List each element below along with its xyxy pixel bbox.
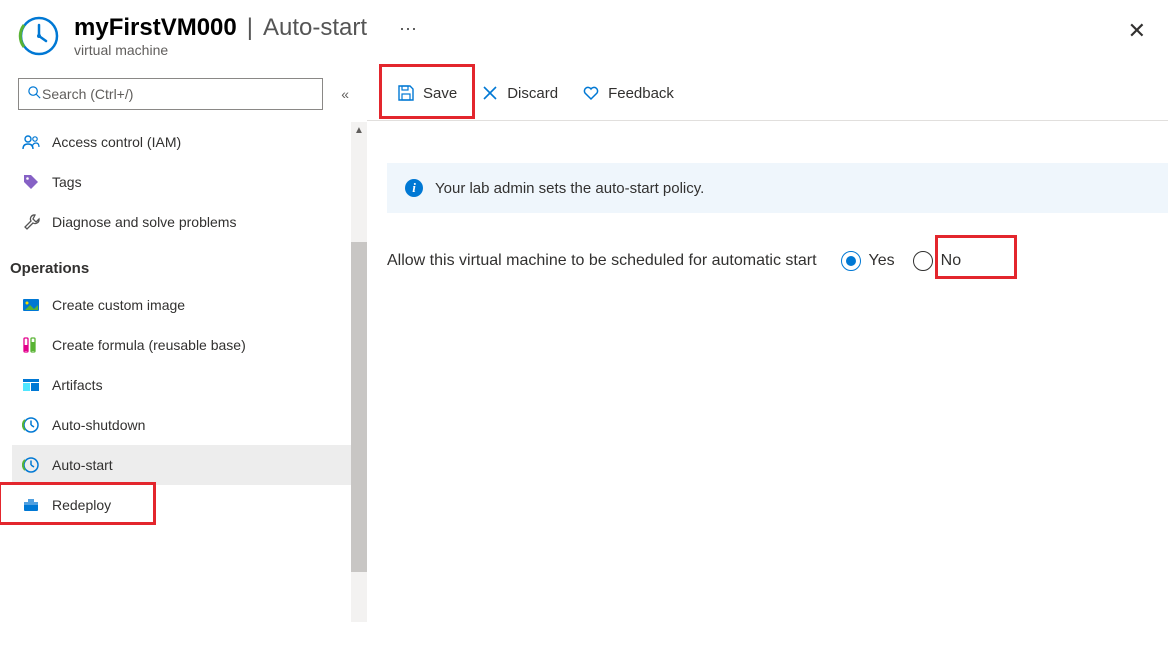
wrench-icon bbox=[22, 213, 40, 231]
button-label: Discard bbox=[507, 85, 558, 102]
tag-icon bbox=[22, 173, 40, 191]
setting-label: Allow this virtual machine to be schedul… bbox=[387, 252, 817, 270]
button-label: Save bbox=[423, 85, 457, 102]
save-icon bbox=[397, 84, 415, 102]
scrollbar-thumb[interactable] bbox=[351, 242, 367, 572]
redeploy-icon bbox=[22, 496, 40, 514]
heart-icon bbox=[582, 84, 600, 102]
main-content: Save Discard Feedback i Your lab admin s… bbox=[367, 66, 1168, 645]
page-header: myFirstVM000 | Auto-start ⋯ virtual mach… bbox=[0, 0, 1168, 66]
clock-icon bbox=[18, 15, 60, 57]
scroll-up-icon[interactable]: ▲ bbox=[351, 122, 367, 138]
search-box[interactable] bbox=[18, 78, 323, 110]
auto-start-setting-row: Allow this virtual machine to be schedul… bbox=[387, 245, 1168, 277]
command-bar: Save Discard Feedback bbox=[367, 66, 1168, 121]
nav-label: Redeploy bbox=[52, 497, 111, 513]
nav-item-artifacts[interactable]: Artifacts bbox=[12, 365, 367, 405]
info-icon: i bbox=[405, 179, 423, 197]
close-icon[interactable]: ✕ bbox=[1128, 18, 1146, 44]
collapse-sidebar-icon[interactable]: « bbox=[341, 86, 349, 102]
nav-item-create-custom-image[interactable]: Create custom image bbox=[12, 285, 367, 325]
radio-icon bbox=[913, 251, 933, 271]
nav-label: Access control (IAM) bbox=[52, 134, 181, 150]
nav-label: Artifacts bbox=[52, 377, 103, 393]
radio-option-yes[interactable]: Yes bbox=[835, 245, 901, 277]
nav-label: Auto-shutdown bbox=[52, 417, 145, 433]
nav-item-auto-shutdown[interactable]: Auto-shutdown bbox=[12, 405, 367, 445]
nav-label: Tags bbox=[52, 174, 82, 190]
discard-button[interactable]: Discard bbox=[471, 75, 568, 111]
nav-item-auto-start[interactable]: Auto-start bbox=[12, 445, 367, 485]
discard-icon bbox=[481, 84, 499, 102]
image-icon bbox=[22, 296, 40, 314]
formula-icon bbox=[22, 336, 40, 354]
auto-start-radio-group: Yes No bbox=[835, 245, 968, 277]
nav-list-operations: Create custom image Create formula (reus… bbox=[0, 285, 367, 525]
save-button[interactable]: Save bbox=[387, 75, 467, 111]
info-banner: i Your lab admin sets the auto-start pol… bbox=[387, 163, 1168, 213]
nav-item-create-formula[interactable]: Create formula (reusable base) bbox=[12, 325, 367, 365]
resource-type-label: virtual machine bbox=[74, 42, 418, 58]
title-divider: | bbox=[247, 14, 253, 42]
people-icon bbox=[22, 133, 40, 151]
sidebar: « Access control (IAM) Tags bbox=[0, 66, 367, 645]
radio-label: Yes bbox=[869, 252, 895, 270]
blade-title: Auto-start bbox=[263, 14, 367, 42]
resource-name: myFirstVM000 bbox=[74, 14, 237, 42]
nav-label: Create custom image bbox=[52, 297, 185, 313]
info-text: Your lab admin sets the auto-start polic… bbox=[435, 180, 704, 197]
header-title-block: myFirstVM000 | Auto-start ⋯ virtual mach… bbox=[74, 14, 418, 58]
nav-label: Auto-start bbox=[52, 457, 113, 473]
nav-item-tags[interactable]: Tags bbox=[12, 162, 367, 202]
nav-list-top: Access control (IAM) Tags Diagnose and s… bbox=[0, 122, 367, 242]
nav-item-redeploy[interactable]: Redeploy bbox=[12, 485, 367, 525]
radio-option-no[interactable]: No bbox=[907, 245, 967, 277]
scrollbar-track[interactable]: ▲ bbox=[351, 122, 367, 622]
clock-shutdown-icon bbox=[22, 416, 40, 434]
nav-label: Diagnose and solve problems bbox=[52, 214, 236, 230]
radio-label: No bbox=[941, 252, 961, 270]
more-ellipsis-icon[interactable]: ⋯ bbox=[399, 19, 418, 40]
nav-label: Create formula (reusable base) bbox=[52, 337, 246, 353]
search-icon bbox=[27, 85, 42, 103]
clock-start-icon bbox=[22, 456, 40, 474]
nav-item-access-control[interactable]: Access control (IAM) bbox=[12, 122, 367, 162]
radio-icon bbox=[841, 251, 861, 271]
search-input[interactable] bbox=[42, 86, 314, 102]
feedback-button[interactable]: Feedback bbox=[572, 75, 684, 111]
button-label: Feedback bbox=[608, 85, 674, 102]
nav-group-heading: Operations bbox=[0, 242, 367, 285]
artifacts-icon bbox=[22, 376, 40, 394]
nav-item-diagnose[interactable]: Diagnose and solve problems bbox=[12, 202, 367, 242]
